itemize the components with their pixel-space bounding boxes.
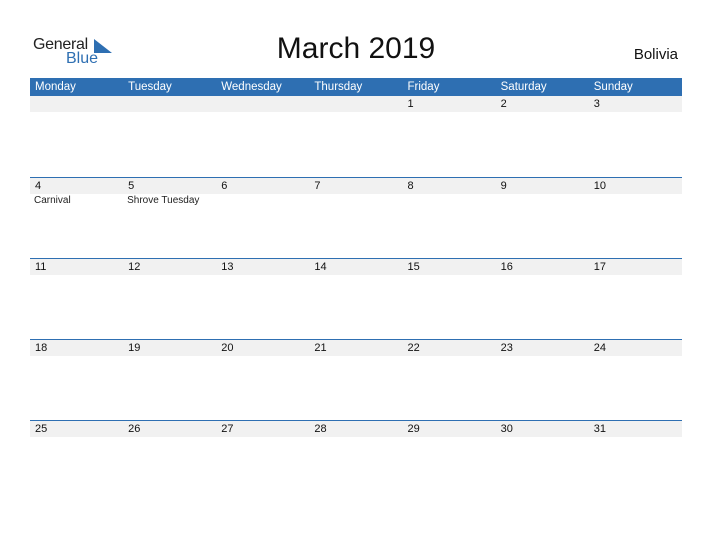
day-number: 20: [221, 342, 234, 354]
holiday-label: [589, 194, 682, 208]
day-number: [30, 96, 123, 112]
day-number: 18: [35, 342, 48, 354]
weekday-saturday: Saturday: [500, 81, 547, 93]
day-number: 9: [500, 180, 507, 192]
event-row: Carnival Shrove Tuesday: [30, 194, 682, 208]
holiday-label: Shrove Tuesday: [127, 195, 200, 206]
date-number-row: 11 12 13 14 15 16 17: [30, 259, 682, 275]
holiday-label: Carnival: [34, 195, 71, 206]
day-number: 19: [128, 342, 141, 354]
day-number: 1: [407, 98, 414, 110]
calendar-title: March 2019: [276, 32, 436, 65]
day-number: 15: [407, 261, 420, 273]
calendar-grid: Monday Tuesday Wednesday Thursday Friday…: [30, 78, 682, 501]
day-number: 3: [593, 98, 600, 110]
day-number: 4: [35, 180, 42, 192]
date-number-row: 4 5 6 7 8 9 10: [30, 178, 682, 194]
holiday-label: [309, 194, 402, 208]
date-number-row: 18 19 20 21 22 23 24: [30, 340, 682, 356]
day-number: 22: [407, 342, 420, 354]
day-number: 8: [407, 180, 414, 192]
day-number: 17: [593, 261, 606, 273]
day-number: 16: [500, 261, 513, 273]
day-number: 31: [593, 423, 606, 435]
day-number: 26: [128, 423, 141, 435]
week-row: 4 5 6 7 8 9 10 Carnival Shrove Tuesday: [30, 177, 682, 258]
day-number: [123, 96, 216, 112]
day-number: 21: [314, 342, 327, 354]
day-number: 10: [593, 180, 606, 192]
day-number: 11: [35, 261, 47, 273]
day-number: 27: [221, 423, 234, 435]
weekday-header: Monday Tuesday Wednesday Thursday Friday…: [30, 78, 682, 96]
holiday-label: [496, 194, 589, 208]
day-number: [309, 96, 402, 112]
week-row: 18 19 20 21 22 23 24: [30, 339, 682, 420]
week-row: 11 12 13 14 15 16 17: [30, 258, 682, 339]
weekday-friday: Friday: [407, 81, 440, 93]
weekday-thursday: Thursday: [314, 81, 363, 93]
weekday-tuesday: Tuesday: [128, 81, 172, 93]
holiday-label: [216, 194, 309, 208]
date-number-row: 25 26 27 28 29 30 31: [30, 421, 682, 437]
day-number: 5: [128, 180, 135, 192]
weekday-monday: Monday: [35, 81, 76, 93]
day-number: 25: [35, 423, 48, 435]
day-number: 12: [128, 261, 141, 273]
day-number: [216, 96, 309, 112]
day-number: 7: [314, 180, 321, 192]
weekday-sunday: Sunday: [593, 81, 633, 93]
date-number-row: 1 2 3: [30, 96, 682, 112]
day-number: 2: [500, 98, 507, 110]
country-label: Bolivia: [633, 46, 678, 63]
weekday-wednesday: Wednesday: [221, 81, 282, 93]
day-number: 30: [500, 423, 513, 435]
week-row: 25 26 27 28 29 30 31: [30, 420, 682, 501]
day-number: 6: [221, 180, 228, 192]
day-number: 29: [407, 423, 420, 435]
day-number: 13: [221, 261, 234, 273]
day-number: 23: [500, 342, 513, 354]
day-number: 14: [314, 261, 327, 273]
week-row: 1 2 3: [30, 96, 682, 177]
day-number: 24: [593, 342, 606, 354]
day-number: 28: [314, 423, 327, 435]
holiday-label: [403, 194, 496, 208]
